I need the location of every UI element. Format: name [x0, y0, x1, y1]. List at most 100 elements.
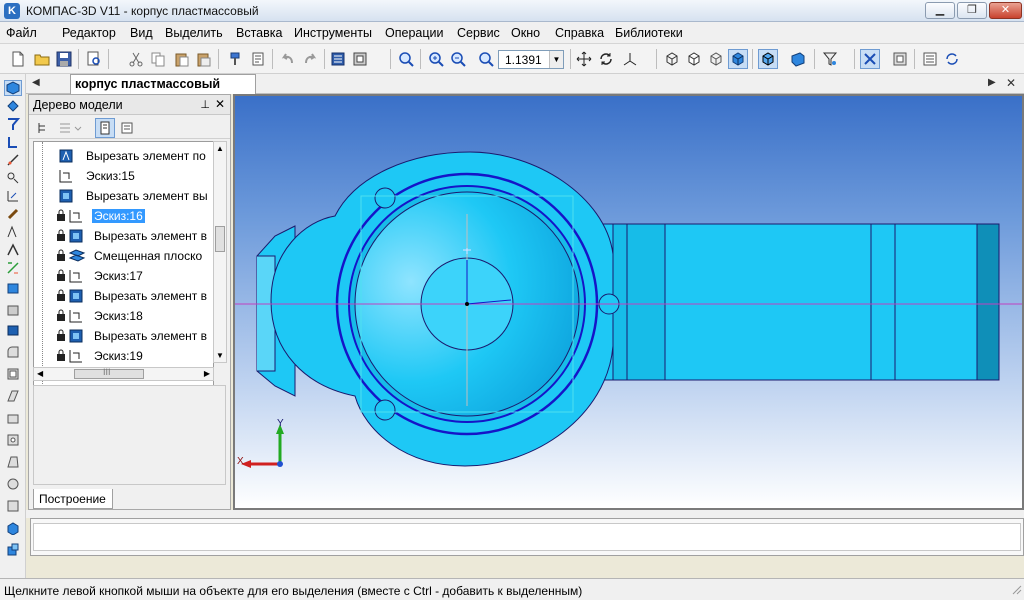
tab-close-icon[interactable]: ✕ [1006, 76, 1016, 90]
tab-scroll-right-icon[interactable]: ▶ [988, 77, 996, 88]
tree-item[interactable]: Эскиз:17 [34, 266, 213, 286]
spatial-curves-icon[interactable] [4, 98, 22, 114]
chamfer-icon[interactable] [4, 410, 22, 426]
orientation-icon[interactable] [620, 49, 640, 69]
sphere-icon[interactable] [4, 476, 22, 492]
scrollbar-thumb[interactable]: III [74, 367, 144, 379]
model-view-canvas[interactable] [235, 96, 1022, 508]
filter-icon[interactable] [820, 49, 840, 69]
hidden-lines-icon[interactable] [684, 49, 704, 69]
print-preview-icon[interactable] [84, 49, 104, 69]
zoom-out-icon[interactable] [448, 49, 468, 69]
tree-item[interactable]: Смещенная плоско [34, 246, 213, 266]
scroll-down-icon[interactable]: ▼ [216, 351, 224, 360]
tree-filter-icon[interactable] [55, 118, 85, 138]
manager-icon[interactable] [328, 49, 348, 69]
wireframe-icon[interactable] [662, 49, 682, 69]
thread-icon[interactable] [4, 498, 22, 514]
tree-details-icon[interactable] [117, 118, 137, 138]
menu-file[interactable]: Файл [6, 26, 37, 40]
tree-item[interactable]: Эскиз:15 [34, 166, 213, 186]
new-document-icon[interactable] [8, 49, 28, 69]
dimensions-icon[interactable] [4, 260, 22, 276]
fillet-icon[interactable] [4, 344, 22, 360]
tree-horizontal-scrollbar[interactable]: ◀ III ▶ [33, 367, 214, 381]
tree-structure-icon[interactable] [33, 118, 53, 138]
elements-icon[interactable] [4, 242, 22, 258]
tab-document[interactable]: корпус пластмассовый [70, 74, 256, 94]
menu-libraries[interactable]: Библиотеки [615, 26, 683, 40]
chevron-down-icon[interactable]: ▼ [549, 51, 563, 68]
zoom-scale-field[interactable]: 1.1391 ▼ [498, 50, 564, 69]
tree-item[interactable]: Вырезать элемент вы [34, 186, 213, 206]
draft-icon[interactable] [4, 454, 22, 470]
scrollbar-thumb[interactable] [215, 226, 225, 252]
rib-icon[interactable] [4, 388, 22, 404]
kompas-app-icon[interactable]: K [4, 3, 20, 19]
copy-icon[interactable] [148, 49, 168, 69]
cut-op-icon[interactable] [4, 322, 22, 338]
extrude-icon[interactable] [4, 280, 22, 296]
auxiliary-geometry-icon[interactable] [4, 152, 22, 168]
menu-insert[interactable]: Вставка [236, 26, 282, 40]
menu-operations[interactable]: Операции [385, 26, 443, 40]
undo-icon[interactable] [278, 49, 298, 69]
menu-service[interactable]: Сервис [457, 26, 500, 40]
tab-scroll-left-icon[interactable]: ◀ [32, 77, 40, 88]
refresh-icon[interactable] [942, 49, 962, 69]
shell-icon[interactable] [4, 366, 22, 382]
scroll-right-icon[interactable]: ▶ [204, 369, 210, 378]
property-panel-area[interactable] [33, 523, 1021, 551]
edit-part-icon[interactable] [4, 520, 22, 536]
rotation-op-icon[interactable] [4, 302, 22, 318]
pin-icon[interactable]: ⊥ [200, 98, 210, 111]
scroll-up-icon[interactable]: ▲ [216, 144, 224, 153]
tree-item[interactable]: Эскиз:19 [34, 346, 213, 366]
tree-view-mode-icon[interactable] [95, 118, 115, 138]
close-icon[interactable]: ✕ [215, 97, 225, 111]
menu-view[interactable]: Вид [130, 26, 153, 40]
hole-icon[interactable] [4, 432, 22, 448]
perspective-icon[interactable] [788, 49, 808, 69]
menu-window[interactable]: Окно [511, 26, 540, 40]
scroll-left-icon[interactable]: ◀ [37, 369, 43, 378]
redo-icon[interactable] [300, 49, 320, 69]
arrays-icon[interactable] [4, 134, 22, 150]
reports-icon[interactable] [4, 224, 22, 240]
rotate-icon[interactable] [596, 49, 616, 69]
tree-item[interactable]: Эскиз:18 [34, 306, 213, 326]
tab-construction[interactable]: Построение [33, 489, 113, 509]
restore-button[interactable]: ❐ [957, 2, 987, 19]
menu-editor[interactable]: Редактор [62, 26, 116, 40]
minimize-button[interactable]: ▁ [925, 2, 955, 19]
tree-item[interactable]: Вырезать элемент в [34, 326, 213, 346]
selection-filter-icon[interactable] [4, 188, 22, 204]
menu-help[interactable]: Справка [555, 26, 604, 40]
zoom-window-icon[interactable] [396, 49, 416, 69]
cut-icon[interactable] [126, 49, 146, 69]
snap-icon[interactable] [860, 49, 880, 69]
edit-details-icon[interactable] [4, 80, 22, 96]
menu-tools[interactable]: Инструменты [294, 26, 372, 40]
zoom-scale-icon[interactable] [476, 49, 496, 69]
menu-select[interactable]: Выделить [165, 26, 223, 40]
component-icon[interactable] [4, 542, 22, 558]
open-folder-icon[interactable] [32, 49, 52, 69]
tree-item[interactable]: Вырезать элемент в [34, 286, 213, 306]
surfaces-icon[interactable] [4, 116, 22, 132]
variables-icon[interactable] [920, 49, 940, 69]
tree-item[interactable]: Вырезать элемент в [34, 226, 213, 246]
format-painter-icon[interactable] [226, 49, 246, 69]
paste-icon[interactable] [172, 49, 192, 69]
view-manager-icon[interactable] [350, 49, 370, 69]
close-button[interactable]: ✕ [989, 2, 1022, 19]
tree-item-selected[interactable]: Эскиз:16 [34, 206, 213, 226]
paste-special-icon[interactable] [194, 49, 214, 69]
specification-icon[interactable] [4, 206, 22, 222]
hidden-thin-icon[interactable] [706, 49, 726, 69]
attributes-icon[interactable] [248, 49, 268, 69]
halftone-icon[interactable] [728, 49, 748, 69]
measure-icon[interactable] [4, 170, 22, 186]
library-icon[interactable] [890, 49, 910, 69]
tree-item[interactable]: Вырезать элемент по [34, 146, 213, 166]
